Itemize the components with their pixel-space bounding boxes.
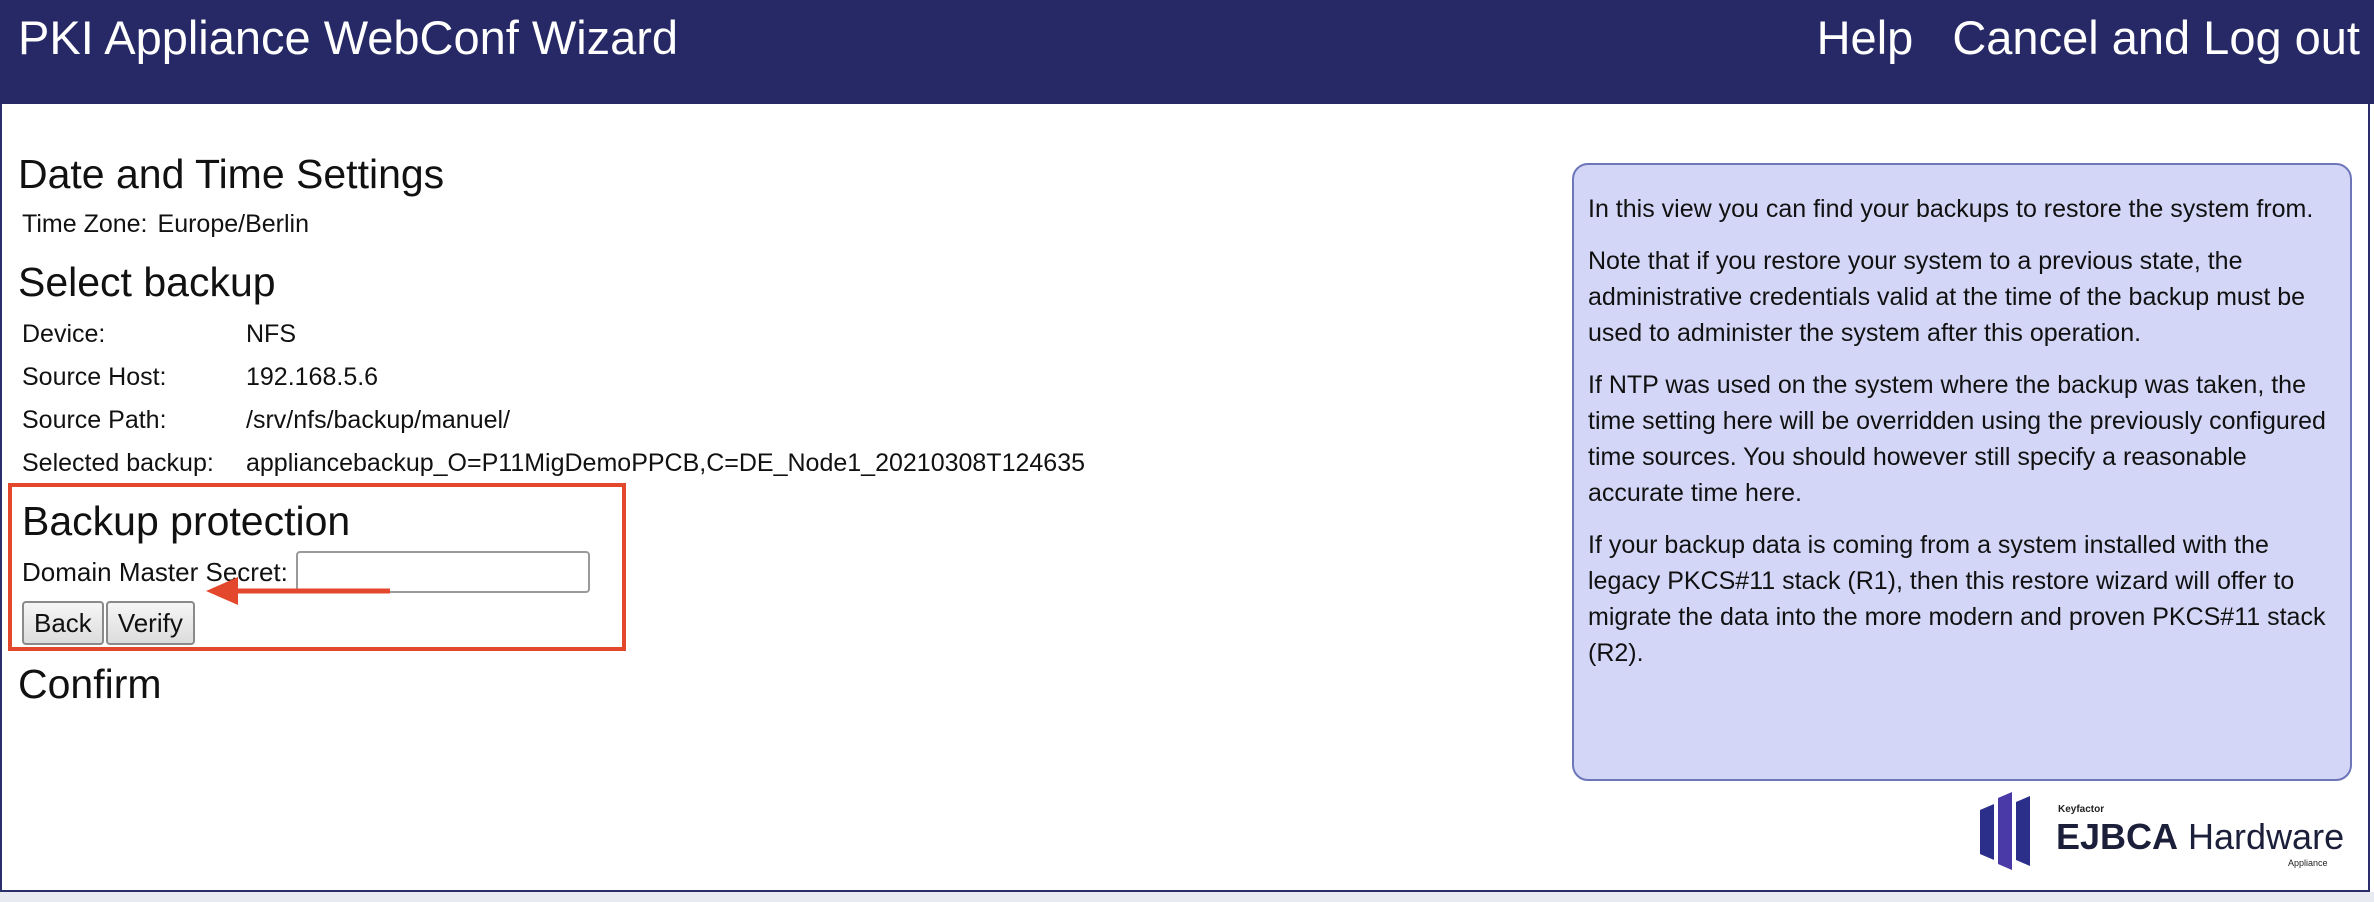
help-paragraph: If your backup data is coming from a sys… bbox=[1588, 531, 2326, 667]
logo-small-text: Keyfactor bbox=[2058, 804, 2105, 815]
verify-button[interactable]: Verify bbox=[105, 601, 195, 645]
table-row: Device: NFS bbox=[22, 314, 1097, 357]
source-host-label: Source Host: bbox=[22, 363, 167, 391]
help-paragraph: Note that if you restore your system to … bbox=[1588, 247, 2306, 347]
backup-protection-heading: Backup protection bbox=[22, 498, 351, 544]
help-paragraph: If NTP was used on the system where the … bbox=[1588, 371, 2326, 507]
selected-backup-value: appliancebackup_O=P11MigDemoPPCB,C=DE_No… bbox=[246, 449, 1086, 477]
timezone-value: Europe/Berlin bbox=[157, 210, 309, 238]
confirm-section: Confirm bbox=[18, 660, 162, 708]
select-backup-heading: Select backup bbox=[18, 259, 276, 305]
annotation-arrow-icon bbox=[206, 577, 390, 605]
header-links: Help Cancel and Log out bbox=[1817, 10, 2360, 66]
cancel-logout-link[interactable]: Cancel and Log out bbox=[1952, 11, 2360, 64]
ejbca-logo: Keyfactor EJBCA Hardware Appliance bbox=[1976, 786, 2344, 874]
table-row: Source Host: 192.168.5.6 bbox=[22, 357, 1097, 400]
app-title: PKI Appliance WebConf Wizard bbox=[18, 11, 679, 64]
back-button[interactable]: Back bbox=[22, 601, 104, 645]
help-panel: In this view you can find your backups t… bbox=[1572, 163, 2352, 781]
device-label: Device: bbox=[22, 320, 106, 348]
source-path-label: Source Path: bbox=[22, 406, 167, 434]
device-value: NFS bbox=[246, 320, 296, 348]
logo-brand-text: EJBCA Hardware bbox=[2056, 816, 2344, 858]
wizard-main: Date and Time Settings Time Zone: Europe/… bbox=[18, 150, 1518, 486]
backup-details-table: Device: NFS Source Host: 192.168.5.6 Sou… bbox=[22, 314, 1097, 486]
selected-backup-label: Selected backup: bbox=[22, 449, 214, 477]
help-paragraph: In this view you can find your backups t… bbox=[1588, 195, 2314, 223]
ejbca-logo-icon bbox=[1980, 792, 2030, 870]
source-path-value: /srv/nfs/backup/manuel/ bbox=[246, 406, 511, 434]
help-link[interactable]: Help bbox=[1817, 11, 1914, 64]
table-row: Selected backup: appliancebackup_O=P11Mi… bbox=[22, 443, 1097, 486]
logo-brand-light: Hardware bbox=[2178, 816, 2345, 857]
timezone-row: Time Zone: Europe/Berlin bbox=[22, 208, 1518, 240]
datetime-heading: Date and Time Settings bbox=[18, 151, 445, 197]
backup-protection-highlight: Backup protection Domain Master Secret: … bbox=[8, 483, 626, 651]
source-host-value: 192.168.5.6 bbox=[246, 363, 379, 391]
logo-brand-bold: EJBCA bbox=[2056, 816, 2179, 857]
timezone-label: Time Zone: bbox=[22, 210, 148, 238]
table-row: Source Path: /srv/nfs/backup/manuel/ bbox=[22, 400, 1097, 443]
confirm-heading: Confirm bbox=[18, 661, 162, 707]
app-header: PKI Appliance WebConf Wizard Help Cancel… bbox=[0, 0, 2374, 104]
logo-sub-text: Appliance bbox=[2288, 858, 2328, 868]
footer-strip bbox=[0, 892, 2374, 902]
